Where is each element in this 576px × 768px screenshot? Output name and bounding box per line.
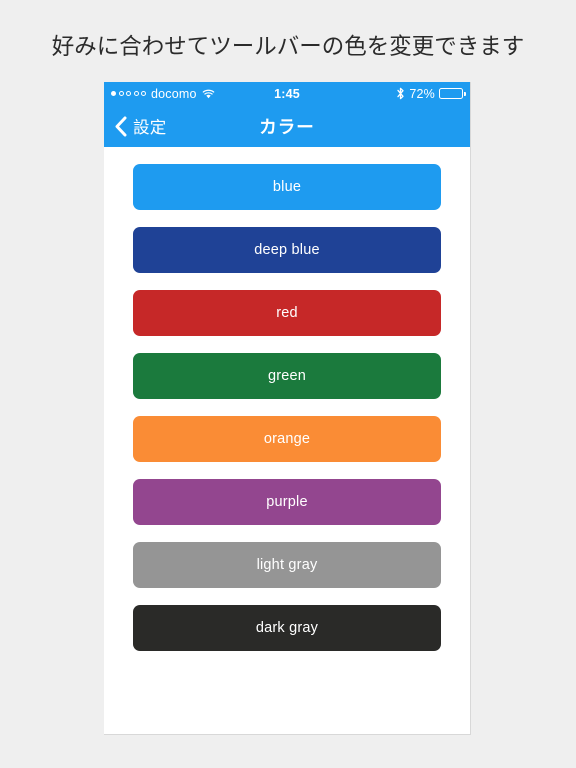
battery-icon [439, 88, 466, 99]
color-button-red[interactable]: red [133, 290, 441, 336]
color-button-orange[interactable]: orange [133, 416, 441, 462]
bluetooth-icon [396, 87, 405, 100]
color-button-dark-gray[interactable]: dark gray [133, 605, 441, 651]
signal-dot [133, 91, 139, 96]
color-button-label: light gray [256, 557, 318, 573]
phone-screen: docomo 1:45 72% 設定 カラー blue deep blue re… [104, 82, 471, 735]
color-button-label: green [267, 368, 307, 384]
color-list: blue deep blue red green orange purple light g… [104, 147, 470, 651]
status-bar-left: docomo [111, 87, 215, 101]
status-bar: docomo 1:45 72% [104, 82, 470, 105]
color-button-label: orange [263, 431, 311, 447]
color-button-label: purple [266, 494, 308, 510]
color-button-blue[interactable]: blue [133, 164, 441, 210]
carrier-label: docomo [151, 86, 197, 101]
chevron-left-icon [114, 116, 127, 137]
signal-dot [118, 91, 124, 96]
page-caption: 好みに合わせてツールバーの色を変更できます [51, 34, 525, 59]
color-button-label: red [276, 305, 298, 321]
wifi-icon [202, 89, 215, 99]
color-button-label: blue [272, 179, 302, 195]
back-button-label: 設定 [133, 119, 167, 137]
navigation-bar: 設定 カラー [104, 105, 470, 147]
status-bar-right: 72% [396, 86, 466, 101]
signal-dot [141, 91, 146, 96]
color-button-label: dark gray [255, 620, 319, 636]
color-button-light-gray[interactable]: light gray [133, 542, 441, 588]
signal-dot [126, 91, 131, 96]
color-button-green[interactable]: green [133, 353, 441, 399]
color-button-label: deep blue [254, 242, 320, 258]
signal-dot [111, 91, 116, 96]
back-button[interactable]: 設定 [114, 114, 167, 138]
signal-strength-dots [111, 91, 146, 96]
color-button-deep-blue[interactable]: deep blue [133, 227, 441, 273]
color-button-purple[interactable]: purple [133, 479, 441, 525]
battery-percent-label: 72% [409, 86, 435, 101]
